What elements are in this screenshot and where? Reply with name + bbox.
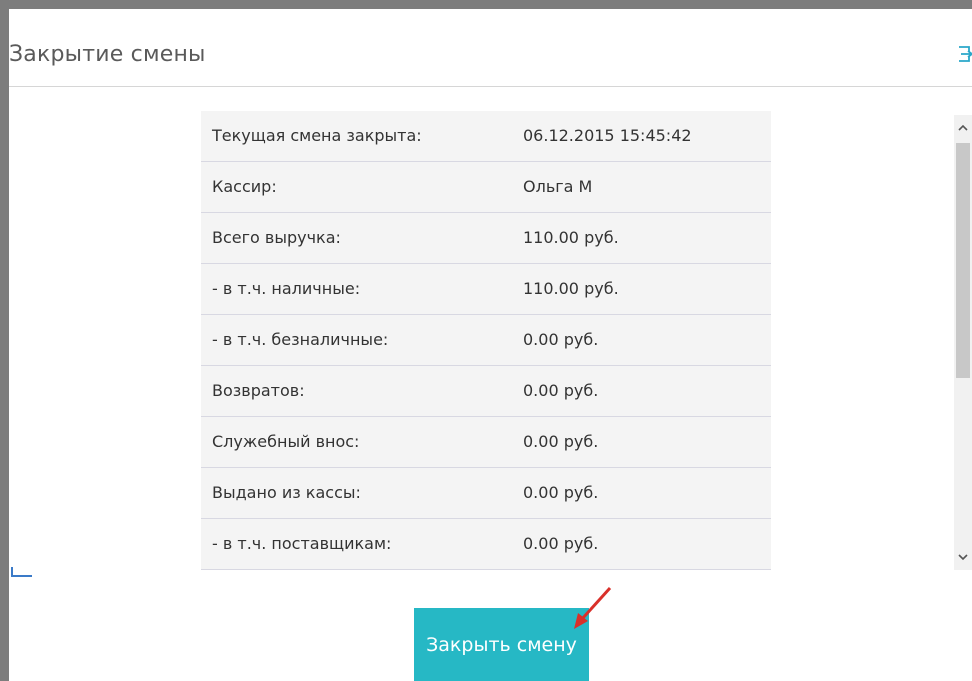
row-value: 0.00 руб. (523, 381, 599, 400)
scroll-down-icon[interactable] (954, 548, 972, 566)
shift-summary-table: Текущая смена закрыта: 06.12.2015 15:45:… (201, 111, 771, 570)
row-value: 0.00 руб. (523, 534, 599, 553)
title-divider (9, 86, 972, 87)
table-row: - в т.ч. наличные: 110.00 руб. (201, 264, 771, 315)
table-row: Выдано из кассы: 0.00 руб. (201, 468, 771, 519)
table-row: Всего выручка: 110.00 руб. (201, 213, 771, 264)
row-value: 0.00 руб. (523, 330, 599, 349)
table-row: Служебный внос: 0.00 руб. (201, 417, 771, 468)
table-row: Кассир: Ольга М (201, 162, 771, 213)
table-row: Возвратов: 0.00 руб. (201, 366, 771, 417)
row-label: Выдано из кассы: (212, 483, 361, 502)
row-value: Ольга М (523, 177, 593, 196)
scroll-up-icon[interactable] (954, 119, 972, 137)
exit-icon[interactable] (957, 44, 972, 64)
resize-corner-mark (11, 567, 32, 577)
row-label: Текущая смена закрыта: (212, 126, 422, 145)
row-label: Кассир: (212, 177, 277, 196)
table-row: - в т.ч. поставщикам: 0.00 руб. (201, 519, 771, 570)
vertical-scrollbar[interactable] (954, 115, 972, 570)
window-frame-left (0, 0, 9, 681)
row-label: - в т.ч. поставщикам: (212, 534, 392, 553)
window-frame-top (0, 0, 972, 9)
row-value: 06.12.2015 15:45:42 (523, 126, 692, 145)
table-row: Текущая смена закрыта: 06.12.2015 15:45:… (201, 111, 771, 162)
row-value: 0.00 руб. (523, 483, 599, 502)
row-value: 110.00 руб. (523, 228, 619, 247)
row-label: Всего выручка: (212, 228, 341, 247)
row-label: - в т.ч. безналичные: (212, 330, 389, 349)
scrollbar-thumb[interactable] (956, 143, 970, 378)
annotation-arrow-icon (574, 586, 612, 629)
row-value: 0.00 руб. (523, 432, 599, 451)
row-value: 110.00 руб. (523, 279, 619, 298)
dialog-title: Закрытие смены (9, 42, 206, 67)
row-label: Служебный внос: (212, 432, 360, 451)
table-row: - в т.ч. безналичные: 0.00 руб. (201, 315, 771, 366)
row-label: Возвратов: (212, 381, 305, 400)
row-label: - в т.ч. наличные: (212, 279, 361, 298)
